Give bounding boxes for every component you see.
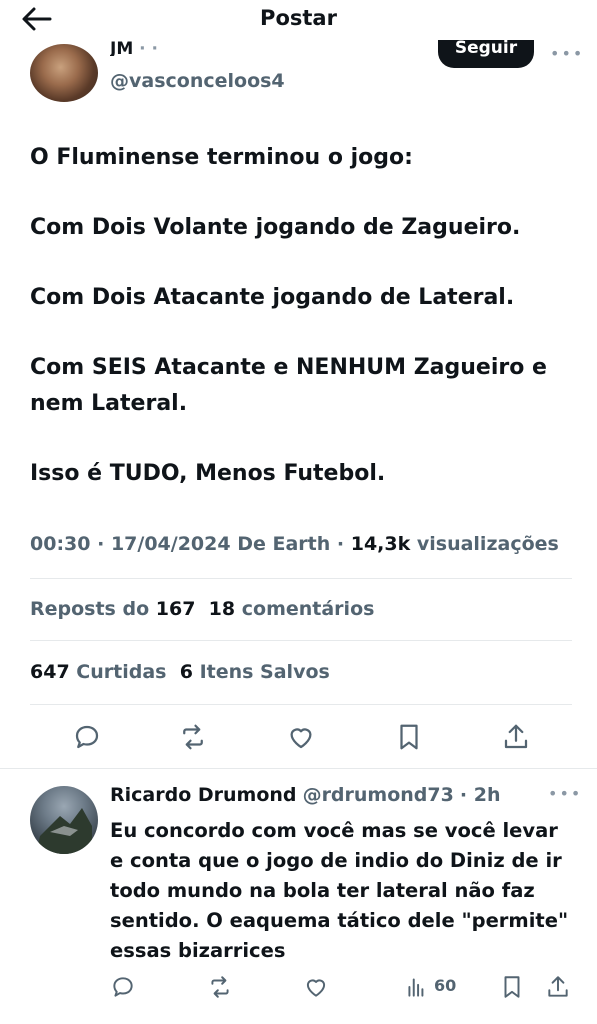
repost-icon[interactable] [207,974,233,1004]
likes-stat[interactable]: 647 Curtidas [30,661,166,683]
reply-header: Ricardo Drumond @rdrumond73 · 2h [110,784,501,806]
reposts-stat[interactable]: Reposts do 167 [30,598,195,620]
reply-icon[interactable] [72,722,102,752]
tweet-line: Isso é TUDO, Menos Futebol. [30,461,386,486]
page-title: Postar [260,6,337,30]
bookmark-icon[interactable] [499,974,525,1004]
author-name[interactable]: JM · · [110,40,158,56]
like-icon[interactable] [303,974,329,1004]
reply-author-handle[interactable]: @rdrumond73 [303,784,454,806]
top-bar: Postar [0,0,597,40]
more-horizontal-icon[interactable]: ••• [550,44,584,63]
divider [30,704,572,705]
divider [0,768,597,769]
stats-row-likes: 647 Curtidas 6 Itens Salvos [30,661,330,683]
like-icon[interactable] [286,722,316,752]
reply-author-name[interactable]: Ricardo Drumond [110,784,297,806]
tweet-time[interactable]: 00:30 [30,533,90,555]
share-icon[interactable] [545,974,571,1004]
tweet-line: Com SEIS Atacante e NENHUM Zagueiro e ne… [30,355,547,416]
avatar[interactable] [30,44,98,102]
reply-icon[interactable] [110,974,136,1004]
more-horizontal-icon[interactable]: ••• [548,784,582,803]
reply-text: Eu concordo com você mas se você levar e… [110,819,569,962]
avatar[interactable] [30,786,98,854]
saves-stat[interactable]: 6 Itens Salvos [180,661,330,683]
divider [30,578,572,579]
tweet-meta: 00:30 · 17/04/2024 De Earth · 14,3k visu… [30,533,559,555]
reply-views-count: 60 [434,976,457,995]
stats-row-reposts: Reposts do 167 18 comentários [30,598,374,620]
reply-time: · 2h [459,784,501,806]
views-count: 14,3k [350,533,411,555]
tweet-date[interactable]: 17/04/2024 [111,533,231,555]
tweet-line: Com Dois Atacante jogando de Lateral. [30,285,515,310]
tweet-line: Com Dois Volante jogando de Zagueiro. [30,215,521,240]
divider [30,640,572,641]
share-icon[interactable] [501,722,531,752]
views-icon[interactable] [404,974,430,1004]
tweet-author: JM · · @vasconceloos4 Seguir ••• [0,40,597,110]
tweet-line: O Fluminense terminou o jogo: [30,145,413,170]
comments-stat[interactable]: 18 comentários [209,598,375,620]
repost-icon[interactable] [178,722,208,752]
tweet-source: De Earth [237,533,331,555]
views-label: visualizações [416,533,559,555]
bookmark-icon[interactable] [394,722,424,752]
follow-button[interactable]: Seguir [438,40,534,68]
tweet-text: O Fluminense terminou o jogo: Com Dois V… [30,140,570,492]
author-handle[interactable]: @vasconceloos4 [110,70,285,92]
